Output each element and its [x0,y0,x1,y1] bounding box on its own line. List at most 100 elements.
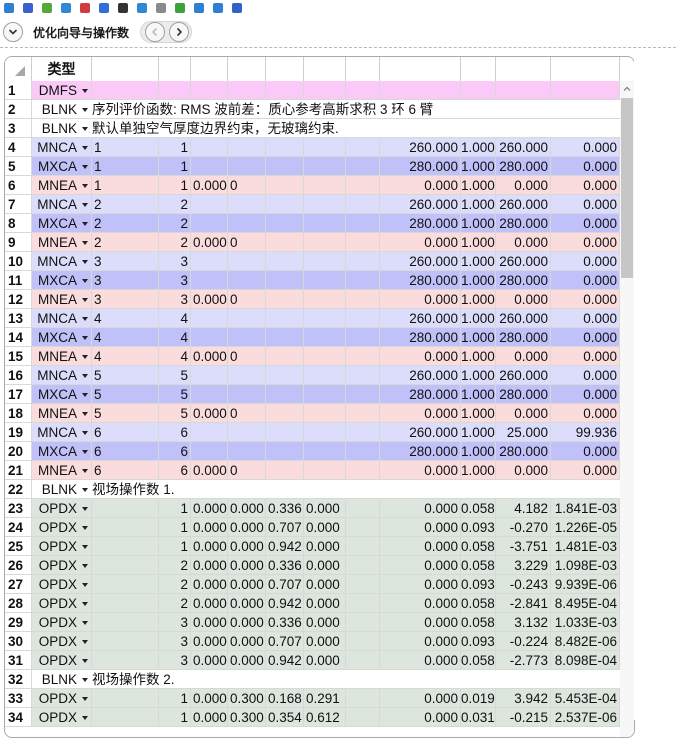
grid-cell[interactable]: 0.300 [228,708,266,727]
refresh-icon[interactable] [2,0,16,14]
header-col-5[interactable] [266,57,304,81]
grid-cell[interactable] [346,233,380,252]
dropdown-arrow-icon[interactable] [82,469,88,473]
grid-cell[interactable] [266,442,304,461]
grid-cell[interactable]: 0.000 [191,347,228,366]
grid-cell[interactable]: 3 [159,651,191,670]
grid-cell[interactable] [304,290,346,309]
grid-cell[interactable]: 0.612 [304,708,346,727]
table-row[interactable]: 17 MXCA 5 5 280.000 1.000 280.000 0.000 [5,385,634,404]
dropdown-arrow-icon[interactable] [82,412,88,416]
dropdown-arrow-icon[interactable] [82,678,88,682]
grid-cell[interactable] [346,138,380,157]
dropdown-arrow-icon[interactable] [82,108,88,112]
grid-cell[interactable]: 4 [159,328,191,347]
grid-cell[interactable] [266,385,304,404]
grid-cell[interactable]: 1.000 [461,366,496,385]
operand-type-select[interactable]: MXCA [32,328,92,347]
wizard-icon[interactable] [97,0,111,14]
grid-cell[interactable]: 0.000 [380,708,461,727]
grid-cell[interactable]: 3 [159,613,191,632]
row-number[interactable]: 9 [5,233,32,252]
row-number[interactable]: 19 [5,423,32,442]
grid-cell[interactable]: 0.000 [551,271,620,290]
grid-cell[interactable]: 260.000 [380,309,461,328]
grid-cell[interactable]: 5 [92,366,159,385]
grid-cell[interactable]: 6 [159,423,191,442]
grid-cell[interactable]: 1.000 [461,347,496,366]
header-type[interactable]: 类型 [32,57,92,81]
table-row[interactable]: 2 BLNK 序列评价函数: RMS 波前差：质心参考高斯求积 3 环 6 臂 [5,100,634,119]
table-row[interactable]: 16 MNCA 5 5 260.000 1.000 260.000 0.000 [5,366,634,385]
grid-cell[interactable] [92,632,159,651]
dropdown-arrow-icon[interactable] [82,355,88,359]
grid-cell[interactable]: 0.000 [228,499,266,518]
table-row[interactable]: 4 MNCA 1 1 260.000 1.000 260.000 0.000 [5,138,634,157]
row-number[interactable]: 25 [5,537,32,556]
operand-type-select[interactable]: OPDX [32,632,92,651]
grid-cell[interactable]: 0.000 [496,404,551,423]
grid-cell[interactable] [346,347,380,366]
table-row[interactable]: 6 MNEA 1 1 0.000 0 0.000 1.000 0.000 0.000 [5,176,634,195]
grid-cell[interactable]: 5.453E-04 [551,689,620,708]
dropdown-arrow-icon[interactable] [82,146,88,150]
table-row[interactable]: 25 OPDX 1 0.000 0.000 0.942 0.000 0.000 0.058 -3.… [5,537,634,556]
grid-cell[interactable] [228,423,266,442]
grid-cell[interactable]: 1 [159,499,191,518]
grid-cell[interactable]: -0.270 [496,518,551,537]
grid-cell[interactable]: 0.000 [304,499,346,518]
table-row[interactable]: 24 OPDX 1 0.000 0.000 0.707 0.000 0.000 0.093 -0.… [5,518,634,537]
grid-cell[interactable] [266,138,304,157]
dropdown-arrow-icon[interactable] [82,165,88,169]
grid-cell[interactable] [496,81,551,100]
grid-cell[interactable]: 1.000 [461,404,496,423]
grid-cell[interactable]: 0.058 [461,613,496,632]
grid-cell[interactable]: 2 [159,575,191,594]
grid-cell[interactable]: 3 [159,271,191,290]
grid-cell[interactable]: 0.707 [266,632,304,651]
grid-cell[interactable] [266,214,304,233]
comment-cell[interactable]: 视场操作数 2. [90,670,634,689]
grid-cell[interactable]: 0 [228,404,266,423]
grid-cell[interactable]: 0 [228,233,266,252]
grid-cell[interactable]: 0.000 [191,556,228,575]
grid-cell[interactable]: 0.000 [551,404,620,423]
grid-cell[interactable]: 2 [92,195,159,214]
grid-cell[interactable]: 3 [92,290,159,309]
dropdown-arrow-icon[interactable] [82,621,88,625]
grid-cell[interactable]: 1 [159,138,191,157]
grid-cell[interactable] [266,271,304,290]
grid-cell[interactable] [304,81,346,100]
row-number[interactable]: 6 [5,176,32,195]
dropdown-arrow-icon[interactable] [82,488,88,492]
grid-cell[interactable]: 260.000 [496,309,551,328]
row-number[interactable]: 15 [5,347,32,366]
dropdown-arrow-icon[interactable] [82,260,88,264]
operand-type-select[interactable]: DMFS [32,81,92,100]
dropdown-arrow-icon[interactable] [82,526,88,530]
grid-cell[interactable]: 0.300 [228,689,266,708]
grid-cell[interactable]: 0.000 [551,461,620,480]
header-col-11[interactable] [551,57,620,81]
grid-cell[interactable] [346,81,380,100]
operand-type-select[interactable]: MNEA [32,233,92,252]
grid-cell[interactable]: 1.000 [461,157,496,176]
header-col-3[interactable] [191,57,228,81]
row-number[interactable]: 2 [5,100,32,119]
grid-cell[interactable] [92,518,159,537]
grid-cell[interactable]: 0.336 [266,499,304,518]
operand-type-select[interactable]: BLNK [32,480,92,499]
grid-cell[interactable] [304,309,346,328]
row-number[interactable]: 30 [5,632,32,651]
grid-cell[interactable] [266,404,304,423]
grid-cell[interactable] [346,499,380,518]
grid-cell[interactable]: 0.000 [191,233,228,252]
grid-cell[interactable]: 0.093 [461,575,496,594]
dropdown-arrow-icon[interactable] [82,640,88,644]
grid-cell[interactable]: 0.291 [304,689,346,708]
grid-cell[interactable] [346,651,380,670]
grid-cell[interactable]: 4 [159,347,191,366]
grid-cell[interactable]: 280.000 [496,157,551,176]
operand-type-select[interactable]: MNEA [32,404,92,423]
table-row[interactable]: 33 OPDX 1 0.000 0.300 0.168 0.291 0.000 0.019 3.9… [5,689,634,708]
